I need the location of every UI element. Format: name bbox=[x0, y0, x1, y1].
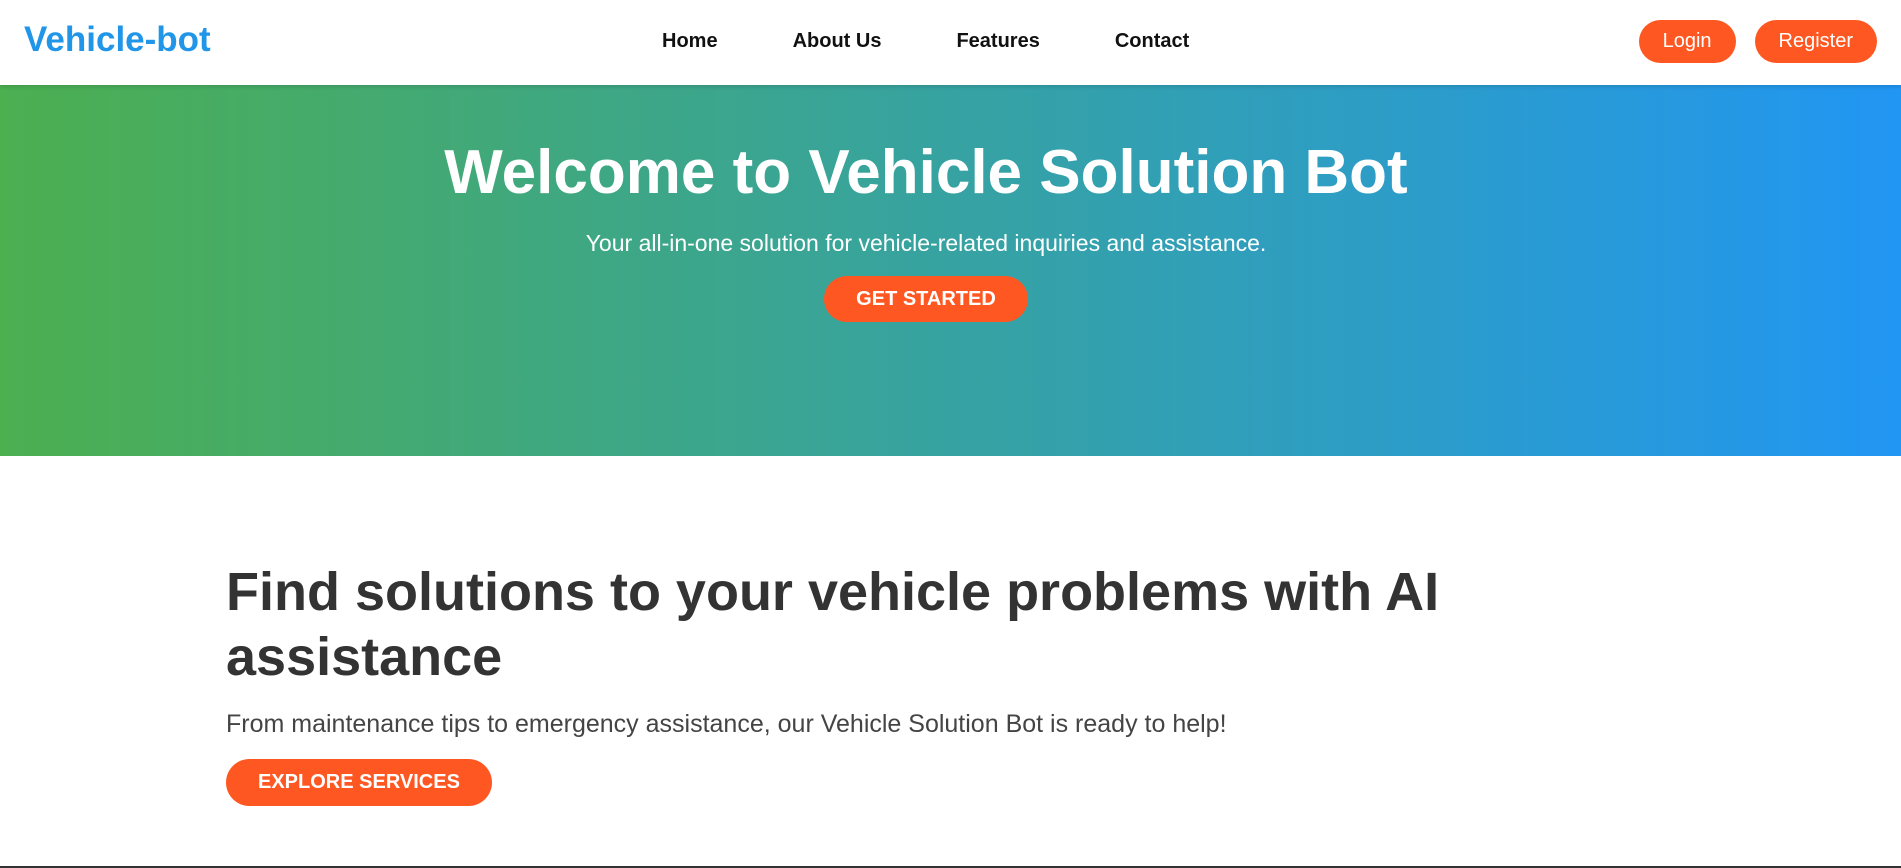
brand-logo[interactable]: Vehicle-bot bbox=[24, 18, 211, 62]
info-heading: Find solutions to your vehicle problems … bbox=[226, 562, 1440, 687]
top-navbar: Vehicle-bot Home About Us Features Conta… bbox=[0, 0, 1901, 85]
hero-subtitle: Your all-in-one solution for vehicle-rel… bbox=[585, 230, 1267, 256]
nav-link-features[interactable]: Features bbox=[956, 26, 1039, 56]
nav-links: Home About Us Features Contact bbox=[662, 26, 1189, 56]
hero-section: Welcome to Vehicle Solution Bot Your all… bbox=[0, 85, 1901, 456]
nav-link-about-us[interactable]: About Us bbox=[793, 26, 882, 56]
info-section: Find solutions to your vehicle problems … bbox=[0, 456, 1901, 868]
hero-title: Welcome to Vehicle Solution Bot bbox=[444, 138, 1408, 207]
explore-services-button[interactable]: EXPLORE SERVICES bbox=[226, 759, 492, 806]
auth-buttons: Login Register bbox=[1638, 20, 1877, 63]
get-started-button[interactable]: GET STARTED bbox=[824, 276, 1028, 322]
login-button[interactable]: Login bbox=[1638, 20, 1736, 63]
nav-link-home[interactable]: Home bbox=[662, 26, 718, 56]
info-description: From maintenance tips to emergency assis… bbox=[226, 710, 1227, 738]
register-button[interactable]: Register bbox=[1754, 20, 1877, 63]
nav-link-contact[interactable]: Contact bbox=[1115, 26, 1189, 56]
